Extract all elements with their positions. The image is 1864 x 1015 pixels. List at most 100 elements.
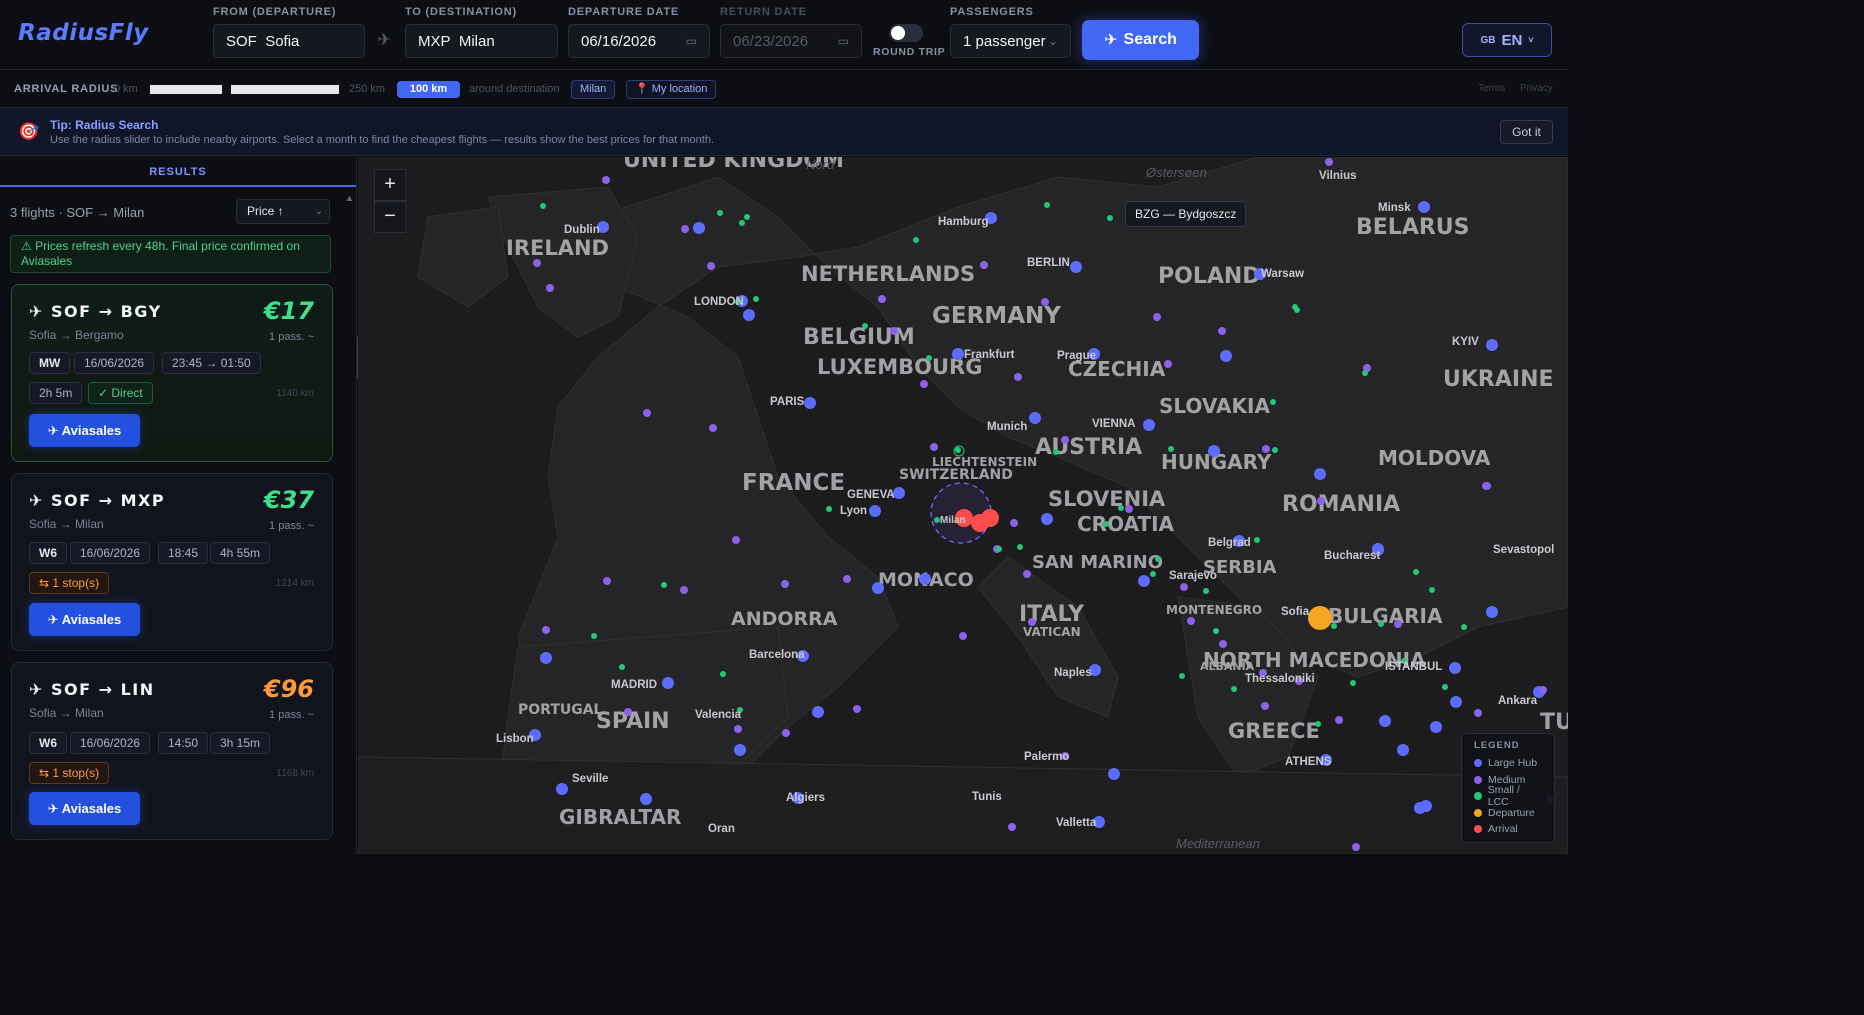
radius-bar: ARRIVAL RADIUS 0 km 250 km 100 km around… — [0, 71, 1568, 108]
sort-select[interactable]: Price ↑ ⌄ — [236, 199, 330, 224]
return-date-input[interactable]: 06/23/2026 ▭ — [720, 24, 862, 58]
from-field: FROM (DEPARTURE) SOF Sofia — [213, 6, 365, 58]
from-input[interactable]: SOF Sofia — [213, 24, 365, 58]
sea-label: Østersøen — [1145, 165, 1207, 180]
flight-cities: Sofia → Bergamo — [29, 328, 124, 342]
zoom-in-button[interactable]: + — [374, 169, 406, 201]
pin-icon: 📍 — [635, 83, 649, 95]
country-label: PORTUGAL — [518, 702, 603, 718]
country-label: GREECE — [1228, 719, 1320, 743]
search-button[interactable]: ✈ Search — [1082, 20, 1199, 60]
radius-slider-track[interactable] — [231, 85, 339, 94]
date-chip: 16/06/2026 — [70, 542, 151, 564]
aviasales-button[interactable]: ✈ Aviasales — [29, 414, 140, 447]
passengers-label: PASSENGERS — [950, 6, 1034, 18]
departure-date-input[interactable]: 06/16/2026 ▭ — [568, 24, 710, 58]
sort-value: Price ↑ — [247, 204, 284, 218]
city-label: Munich — [987, 421, 1027, 433]
tab-results[interactable]: RESULTS — [0, 157, 356, 187]
to-field: TO (DESTINATION) MXP Milan — [405, 6, 558, 58]
chevron-down-icon: ˅ — [1528, 35, 1534, 45]
city-label: MADRID — [611, 679, 657, 691]
city-label: Thessaloniki — [1245, 673, 1315, 685]
country-label: IRELAND — [506, 236, 609, 260]
passenger-count: 1 pass. ~ — [269, 331, 314, 343]
flight-cities: Sofia → Milan — [29, 706, 104, 720]
radius-slider-track[interactable] — [150, 85, 222, 94]
city-label: LONDON — [694, 296, 744, 308]
language-selector[interactable]: GB EN ˅ — [1462, 23, 1552, 57]
time-chip: 23:45 → 01:50 — [162, 352, 261, 374]
country-label: SWITZERLAND — [899, 467, 1013, 483]
airline-chip: W6 — [29, 542, 67, 564]
destination-chip[interactable]: Milan — [571, 80, 616, 99]
flight-price: €17 — [263, 297, 314, 325]
duration-chip: 4h 55m — [210, 542, 271, 564]
results-sidebar: RESULTS 3 flights · SOF → Milan Price ↑ … — [0, 157, 357, 854]
around-destination-text: around destination — [469, 83, 560, 95]
app-logo[interactable]: RadiusFly — [18, 20, 149, 46]
calendar-icon[interactable]: ▭ — [838, 34, 849, 48]
country-label: CROATIA — [1077, 512, 1175, 536]
city-label: PARIS — [770, 396, 805, 408]
country-label: SLOVENIA — [1048, 487, 1166, 511]
city-label: Dublin — [564, 224, 600, 236]
terms-link[interactable]: Terms — [1478, 83, 1505, 94]
airport-tooltip: BZG — Bydgoszcz — [1125, 201, 1247, 227]
my-location-chip[interactable]: 📍 My location — [626, 80, 717, 99]
country-label: BELGIUM — [803, 325, 915, 350]
round-trip-toggle[interactable] — [889, 24, 923, 42]
country-label: TURKEY — [1540, 710, 1568, 735]
city-label: GENEVA — [847, 489, 895, 501]
city-label: Lyon — [840, 505, 867, 517]
legend-dot — [1474, 775, 1482, 784]
time-chip: 18:45 — [158, 542, 209, 564]
chevron-down-icon: ⌄ — [314, 206, 323, 217]
search-label: Search — [1123, 31, 1177, 48]
from-city: Sofia — [265, 32, 300, 50]
country-label: SAN MARINO — [1032, 552, 1163, 573]
stops-chip: ⇆ 1 stop(s) — [29, 762, 110, 784]
flight-card[interactable]: ✈ SOF → BGY €17 Sofia → Bergamo 1 pass. … — [11, 284, 333, 462]
map-canvas[interactable]: UNITED KINGDOM IRELAND NETHERLANDS BELGI… — [358, 157, 1568, 854]
city-label: Milan — [940, 515, 966, 526]
arrival-airport-marker[interactable] — [981, 509, 999, 527]
aviasales-button[interactable]: ✈ Aviasales — [29, 792, 140, 825]
passenger-count: 1 pass. ~ — [269, 709, 314, 721]
passengers-select[interactable]: 1 passenger ⌄ — [950, 24, 1071, 58]
city-label: Sevastopol — [1493, 544, 1554, 556]
country-label: MONTENEGRO — [1166, 603, 1262, 617]
passengers-value: 1 passenger — [963, 32, 1046, 50]
flight-route: ✈ SOF → BGY — [29, 302, 162, 321]
city-label: KYIV — [1452, 336, 1479, 348]
tip-body: Use the radius slider to include nearby … — [50, 134, 715, 146]
city-label: Valletta — [1056, 817, 1097, 829]
city-label: Oran — [708, 823, 735, 835]
country-label: BELARUS — [1356, 215, 1470, 240]
legend-dot — [1474, 808, 1482, 817]
legend-item: Arrival — [1474, 821, 1542, 838]
scroll-up-icon[interactable]: ▲ — [345, 193, 354, 203]
privacy-link[interactable]: Privacy — [1520, 83, 1553, 94]
tip-banner: 🎯 Tip: Radius Search Use the radius slid… — [0, 108, 1568, 156]
to-input[interactable]: MXP Milan — [405, 24, 558, 58]
radius-label: ARRIVAL RADIUS — [14, 83, 119, 95]
got-it-button[interactable]: Got it — [1500, 120, 1553, 144]
calendar-icon[interactable]: ▭ — [686, 34, 697, 48]
country-label: VATICAN — [1023, 625, 1081, 639]
country-label: SLOVAKIA — [1159, 394, 1270, 418]
flight-card[interactable]: ✈ SOF → MXP €37 Sofia → Milan 1 pass. ~ … — [11, 473, 333, 651]
return-date-value: 06/23/2026 — [733, 32, 809, 50]
city-label: Bucharest — [1324, 550, 1380, 562]
radius-value-badge: 100 km — [397, 81, 460, 98]
aviasales-button[interactable]: ✈ Aviasales — [29, 603, 140, 636]
departure-airport-marker[interactable] — [1308, 606, 1332, 630]
flight-map[interactable]: UNITED KINGDOM IRELAND NETHERLANDS BELGI… — [358, 157, 1568, 854]
return-field: RETURN DATE 06/23/2026 ▭ — [720, 6, 862, 58]
flight-card[interactable]: ✈ SOF → LIN €96 Sofia → Milan 1 pass. ~ … — [11, 662, 333, 840]
zoom-out-button[interactable]: − — [374, 201, 406, 233]
city-label: ATHENS — [1285, 756, 1332, 768]
toggle-knob — [891, 26, 905, 40]
city-label: Tunis — [972, 791, 1002, 803]
plane-swap-icon[interactable]: ✈ — [377, 30, 391, 50]
